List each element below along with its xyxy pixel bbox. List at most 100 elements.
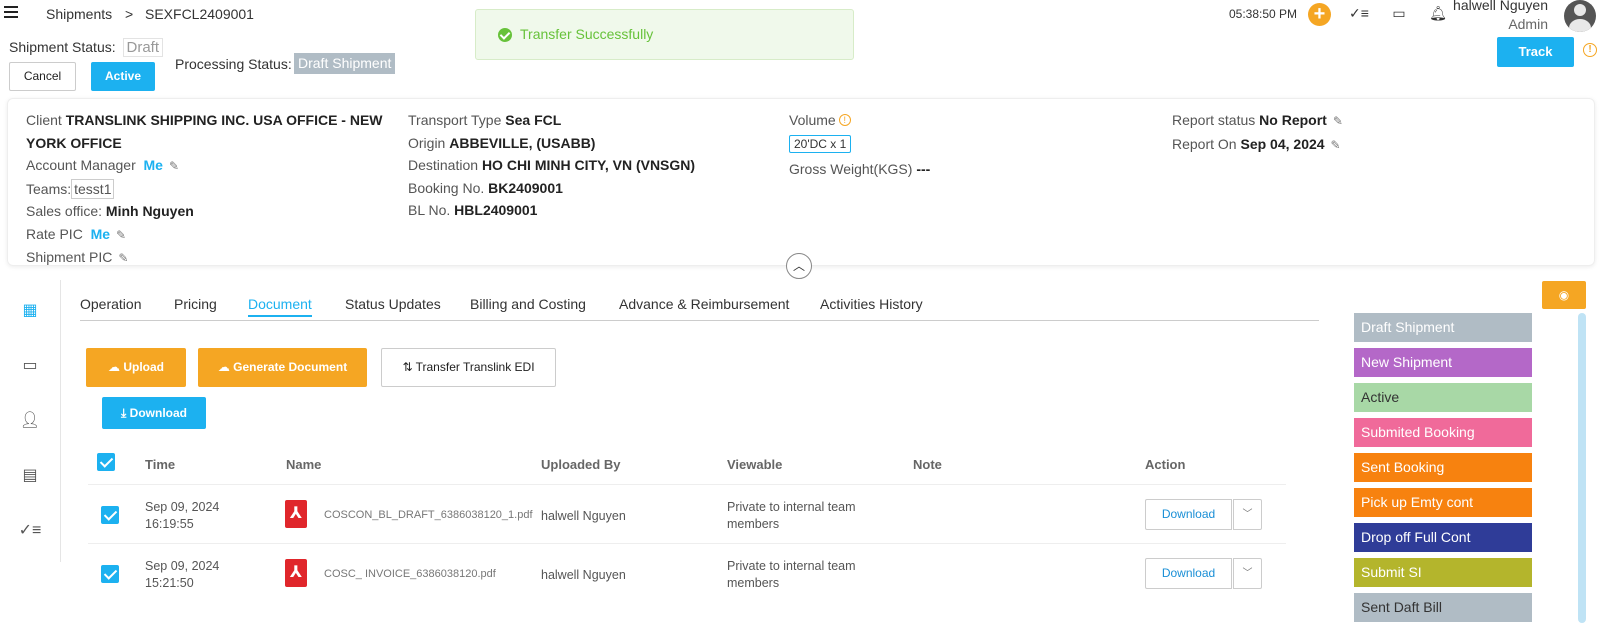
report-column: Report status No Report ✎ Report On Sep 0… [1172,109,1343,156]
grid-icon[interactable]: ▦ [12,300,48,322]
chat-icon[interactable]: ▭ [12,355,48,377]
checklist-icon[interactable]: ✓≡ [12,520,48,542]
user-icon[interactable]: 👤︎ [12,410,48,432]
uploaded-by: halwell Nguyen [541,509,626,523]
active-button[interactable]: Active [91,62,155,91]
account-manager-value[interactable]: Me [144,157,163,173]
transfer-edi-button[interactable]: ⇅ Transfer Translink EDI [381,348,556,387]
sales-office-value: Minh Nguyen [105,203,194,219]
row-checkbox[interactable] [101,565,119,583]
volume-label: Volume [789,112,836,128]
processing-status-badge: Draft Shipment [294,53,396,74]
gross-weight-value: --- [916,161,931,177]
cancel-button[interactable]: Cancel [9,62,76,91]
bl-label: BL No. [408,202,451,218]
chat-icon[interactable]: ▭ [1390,5,1408,23]
row-download-group: Download ﹀ [1145,499,1262,530]
chevron-down-icon[interactable]: ﹀ [1233,499,1262,530]
success-toast: Transfer Successfully [475,9,854,60]
download-button[interactable]: ⤓ Download [102,397,206,429]
upload-button[interactable]: ☁︎ Upload [86,348,186,387]
report-on-value: Sep 04, 2024 [1240,135,1325,152]
row-time: 16:19:55 [145,517,194,531]
volume-chip: 20'DC x 1 [789,134,852,153]
select-all-checkbox[interactable] [97,453,115,471]
track-button[interactable]: Track [1497,37,1574,67]
pdf-icon: ⅄ [285,559,307,587]
volume-column: Volume! 20'DC x 1 Gross Weight(KGS) --- [789,109,930,181]
legend-item[interactable]: Pick up Emty cont [1354,488,1532,517]
tab-pricing[interactable]: Pricing [174,296,217,312]
cloud-icon: ☁︎ [217,360,234,374]
chevron-down-icon[interactable]: ﹀ [1233,558,1262,589]
row-date: Sep 09, 2024 [145,500,220,514]
processing-status-label: Processing Status: [175,56,292,72]
col-viewable: Viewable [727,457,783,472]
legend-item[interactable]: Draft Shipment [1354,313,1532,342]
warning-icon[interactable]: ! [1583,43,1597,57]
avatar[interactable] [1564,0,1596,32]
origin-label: Origin [408,134,446,151]
tab-status-updates[interactable]: Status Updates [345,296,441,312]
shipment-status-value: Draft [122,38,164,57]
edit-icon[interactable]: ✎ [169,155,179,178]
chevron-up-icon[interactable]: ︿ [786,253,812,279]
tab-operation[interactable]: Operation [80,296,141,312]
menu-icon[interactable] [4,6,18,18]
row-checkbox[interactable] [101,506,119,524]
legend-item[interactable]: New Shipment [1354,348,1532,377]
rate-pic-value[interactable]: Me [91,226,110,242]
user-role: Admin [1508,16,1548,32]
transfer-icon: ⇅ [402,360,416,374]
tab-billing-costing[interactable]: Billing and Costing [470,296,586,312]
edit-icon[interactable]: ✎ [118,247,128,270]
col-uploaded-by: Uploaded By [541,457,621,472]
legend-item[interactable]: Active [1354,383,1532,412]
booking-label: Booking No. [408,179,485,196]
eye-icon[interactable]: ◉ [1542,281,1586,309]
legend-item[interactable]: Sent Booking [1354,453,1532,482]
shipment-status: Shipment Status: Draft [9,38,164,57]
legend-item[interactable]: Drop off Full Cont [1354,523,1532,552]
client-label: Client [26,112,62,128]
divider [88,543,1286,544]
add-icon[interactable]: + [1308,3,1331,26]
divider [88,484,1286,485]
legend-item[interactable]: Submited Booking [1354,418,1532,447]
cloud-upload-icon: ☁︎ [107,360,124,374]
report-status-label: Report status [1172,112,1256,128]
generate-document-button[interactable]: ☁︎ Generate Document [198,348,367,387]
download-icon: ⤓ [121,406,130,420]
transport-column: Transport Type Sea FCL Origin ABBEVILLE,… [408,109,695,222]
viewable: Private to internal team members [727,499,856,533]
breadcrumb-shipments[interactable]: Shipments [46,6,112,22]
toast-message: Transfer Successfully [520,26,654,42]
gross-weight-label: Gross Weight(KGS) [789,161,913,177]
edit-icon[interactable]: ✎ [1333,110,1343,133]
legend-item[interactable]: Submit SI [1354,558,1532,587]
tab-document[interactable]: Document [248,296,312,317]
bell-icon[interactable]: 🔔︎ [1429,5,1447,23]
transport-type-value: Sea FCL [505,112,562,128]
shipment-status-label: Shipment Status: [9,39,116,55]
info-icon[interactable]: ! [838,114,851,126]
edit-icon[interactable]: ✎ [116,224,126,247]
report-on-label: Report On [1172,135,1237,152]
teams-label: Teams: [26,180,72,197]
edit-icon[interactable]: ✎ [1331,134,1341,157]
row-download-button[interactable]: Download [1145,558,1232,589]
tab-advance-reimbursement[interactable]: Advance & Reimbursement [619,296,789,312]
viewable-line: Private to internal team [727,500,856,514]
scrollbar[interactable] [1578,313,1586,623]
uploaded-by: halwell Nguyen [541,568,626,582]
calendar-icon[interactable]: ▤ [12,465,48,487]
breadcrumb-current: SEXFCL2409001 [145,6,254,22]
client-value: TRANSLINK SHIPPING INC. USA OFFICE - NEW [65,112,383,128]
legend-item[interactable]: Sent Daft Bill [1354,593,1532,622]
tab-activities-history[interactable]: Activities History [820,296,923,312]
file-name[interactable]: COSCON_BL_DRAFT_6386038120_1.pdf [324,509,533,521]
col-action: Action [1145,457,1186,472]
row-download-button[interactable]: Download [1145,499,1232,530]
file-name[interactable]: COSC_ INVOICE_6386038120.pdf [324,568,496,580]
checklist-icon[interactable]: ✓≡ [1349,5,1369,23]
